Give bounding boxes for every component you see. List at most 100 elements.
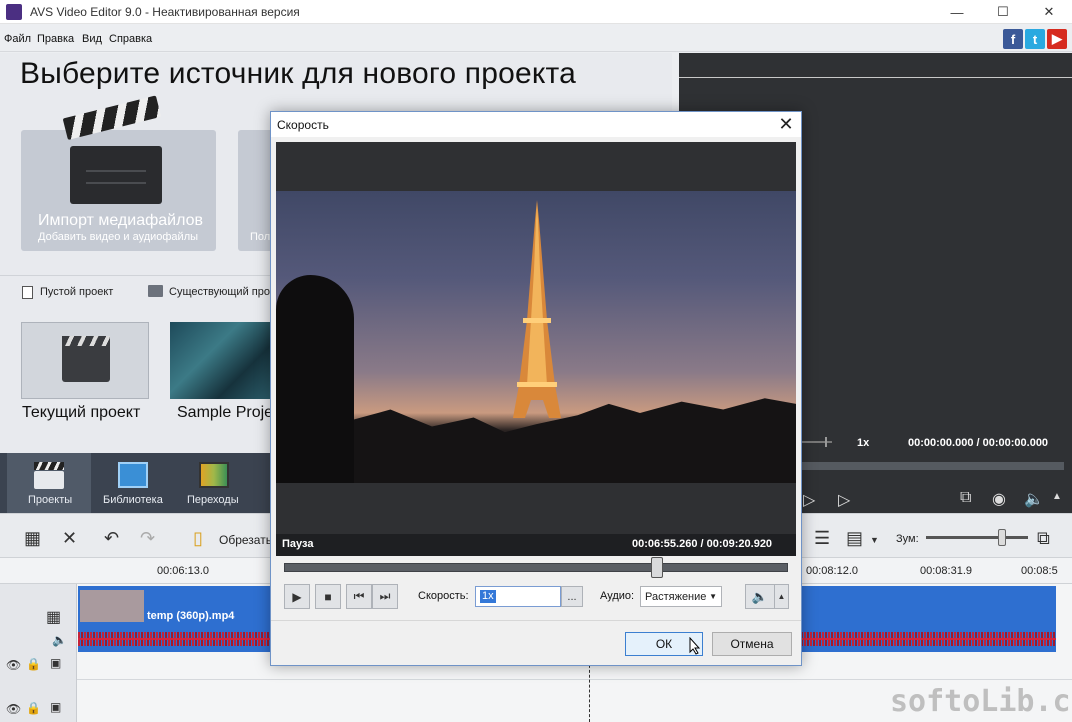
facebook-icon[interactable]: f xyxy=(1003,29,1023,49)
fit-timeline-icon[interactable]: ⧉ xyxy=(1037,528,1050,549)
transitions-icon[interactable] xyxy=(199,462,229,488)
skip-forward-icon: ⏭ xyxy=(379,589,391,603)
ruler-tick: 00:06:13.0 xyxy=(157,565,209,577)
dialog-divider xyxy=(271,620,801,621)
page-title: Выберите источник для нового проекта xyxy=(20,57,577,90)
menu-help[interactable]: Справка xyxy=(109,33,152,45)
mouse-cursor-icon xyxy=(689,637,701,655)
zoom-slider[interactable] xyxy=(926,536,1028,539)
next-frame-button[interactable]: ⏭ xyxy=(372,584,398,609)
prev-frame-button[interactable]: ⏮ xyxy=(346,584,372,609)
play-button[interactable]: ▶ xyxy=(284,584,310,609)
document-icon xyxy=(22,286,33,299)
chevron-up-icon: ▲ xyxy=(777,592,786,601)
lock-icon[interactable]: 🔒 xyxy=(26,701,41,715)
volume-icon: 🔈 xyxy=(751,588,769,604)
visibility-eye-icon[interactable]: 👁 xyxy=(6,702,21,716)
tab-transitions-label[interactable]: Переходы xyxy=(187,494,239,506)
zoom-label: Зум: xyxy=(896,533,919,545)
volume-dropdown-button[interactable]: ▲ xyxy=(774,584,789,609)
prev-frame-icon[interactable]: ▷ xyxy=(803,490,815,510)
preview-speed-knob[interactable] xyxy=(825,437,827,447)
chevron-down-icon[interactable]: ▼ xyxy=(870,535,879,545)
import-subtitle: Добавить видео и аудиофайлы xyxy=(38,231,199,243)
dialog-seek-knob[interactable] xyxy=(651,557,663,578)
trim-button-label[interactable]: Обрезать xyxy=(219,533,272,547)
visibility-eye-icon[interactable]: 👁 xyxy=(6,658,21,672)
clip-thumbnail xyxy=(80,590,144,622)
cancel-button[interactable]: Отмена xyxy=(712,632,792,656)
effects-track-icon: ▣ xyxy=(50,656,62,670)
sample-project-thumbnail[interactable] xyxy=(170,322,270,399)
preview-time: 00:00:00.000 / 00:00:00.000 xyxy=(908,437,1049,449)
speed-label: Скорость: xyxy=(418,590,469,602)
snapshot-icon[interactable]: ◉ xyxy=(992,489,1006,509)
stop-button[interactable]: ■ xyxy=(315,584,341,609)
projects-icon-body xyxy=(34,471,64,489)
youtube-icon[interactable]: ▶ xyxy=(1047,29,1067,49)
eiffel-tower-image xyxy=(513,200,561,418)
storyboard-icon[interactable]: ▦ xyxy=(24,528,41,549)
audio-mode-value: Растяжение xyxy=(645,590,707,603)
speed-more-button[interactable]: ... xyxy=(561,586,583,607)
second-source-label: Пол xyxy=(250,231,271,243)
undo-icon[interactable]: ↶ xyxy=(104,528,119,549)
menu-file[interactable]: Файл xyxy=(4,33,31,45)
existing-project-link[interactable]: Существующий про xyxy=(169,286,270,298)
tab-library-label[interactable]: Библиотека xyxy=(103,494,163,506)
folder-icon xyxy=(148,285,163,297)
maximize-button[interactable]: ☐ xyxy=(980,0,1026,24)
monitor-icon[interactable]: ▤ xyxy=(846,528,863,549)
next-frame-icon[interactable]: ▷ xyxy=(838,490,850,510)
empty-project-link[interactable]: Пустой проект xyxy=(40,286,113,298)
volume-button[interactable]: 🔈 xyxy=(745,584,775,609)
zoom-slider-knob[interactable] xyxy=(998,529,1006,546)
play-icon: ▶ xyxy=(292,589,302,604)
clapperboard-stripes xyxy=(62,336,110,346)
window-title: AVS Video Editor 9.0 - Неактивированная … xyxy=(30,5,300,19)
equalizer-icon[interactable]: ☰ xyxy=(814,528,830,549)
minimize-button[interactable]: — xyxy=(934,0,980,24)
stop-icon: ■ xyxy=(324,589,332,604)
redo-icon[interactable]: ↷ xyxy=(140,528,155,549)
tab-projects-label: Проекты xyxy=(28,494,73,506)
twitter-icon[interactable]: t xyxy=(1025,29,1045,49)
close-window-button[interactable]: ✕ xyxy=(1026,0,1072,24)
audio-mode-select[interactable]: Растяжение ▼ xyxy=(640,586,722,607)
audio-mute-icon[interactable]: 🔈 xyxy=(52,633,67,647)
dialog-seek-bar[interactable] xyxy=(284,563,788,572)
menu-bar xyxy=(0,24,1072,52)
speed-input-value[interactable]: 1x xyxy=(480,590,496,603)
delete-icon[interactable]: ✕ xyxy=(62,528,77,549)
audio-label: Аудио: xyxy=(600,590,635,602)
skip-back-icon: ⏮ xyxy=(353,589,365,603)
current-project-label: Текущий проект xyxy=(22,404,141,421)
ruler-tick: 00:08:31.9 xyxy=(920,565,972,577)
trim-icon[interactable]: ▯ xyxy=(193,528,203,549)
sample-project-label: Sample Proje xyxy=(177,404,274,421)
app-icon xyxy=(6,4,22,20)
chevron-down-icon: ▼ xyxy=(709,592,717,601)
ruler-tick: 00:08:5 xyxy=(1021,565,1058,577)
menu-edit[interactable]: Правка xyxy=(37,33,74,45)
watermark: softoLib.com xyxy=(890,684,1072,719)
video-track-icon: ▦ xyxy=(46,609,62,626)
close-icon[interactable]: ✕ xyxy=(771,112,801,136)
dialog-title: Скорость xyxy=(277,118,329,132)
dialog-title-bar xyxy=(271,112,801,137)
clip-label: temp (360p).mp4 xyxy=(147,610,235,622)
volume-arrow-icon[interactable]: ▲ xyxy=(1052,491,1062,502)
ruler-tick: 00:08:12.0 xyxy=(806,565,858,577)
film-library-icon[interactable] xyxy=(118,462,148,488)
clapperboard-icon xyxy=(62,340,110,382)
timeline-cursor[interactable] xyxy=(589,660,590,722)
playback-time: 00:06:55.260 / 00:09:20.920 xyxy=(632,538,773,550)
clapperboard-grid xyxy=(86,160,146,194)
fullscreen-icon[interactable]: ⧉ xyxy=(960,489,971,507)
volume-icon[interactable]: 🔈 xyxy=(1024,489,1044,509)
person-silhouette xyxy=(276,275,354,483)
menu-view[interactable]: Вид xyxy=(82,33,102,45)
preview-seek-bar[interactable] xyxy=(800,462,1064,470)
lock-icon[interactable]: 🔒 xyxy=(26,657,41,671)
preview-speed-slider[interactable] xyxy=(800,441,832,443)
